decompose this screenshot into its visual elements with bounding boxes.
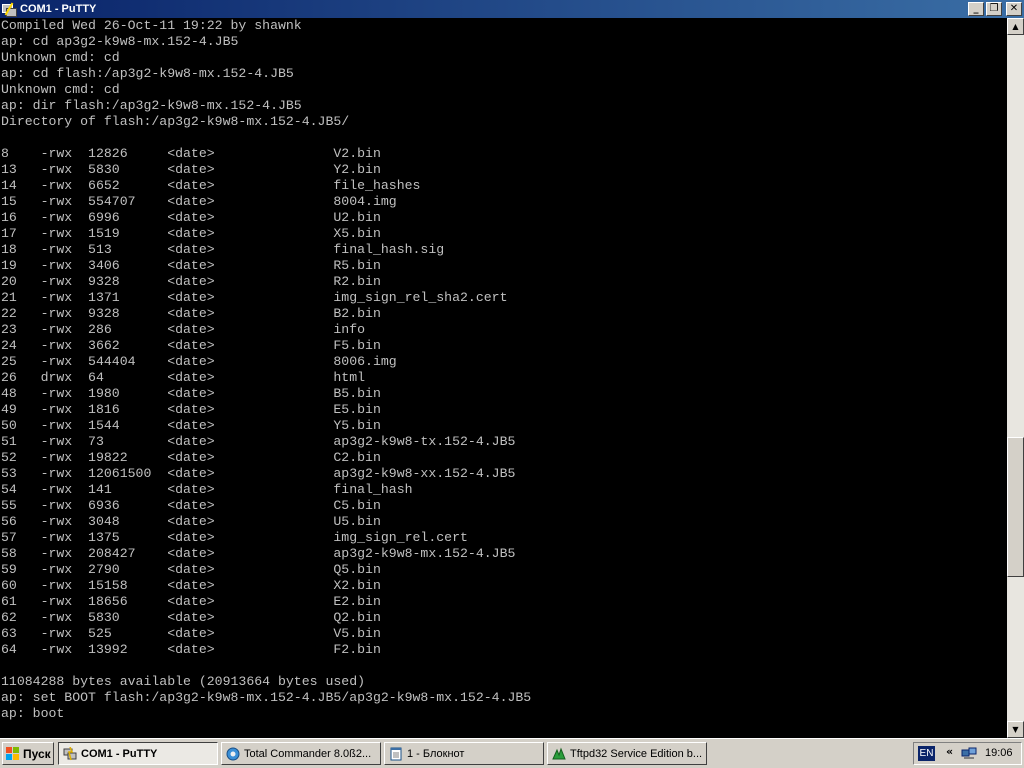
terminal-line: ap: dir flash:/ap3g2-k9w8-mx.152-4.JB5 [1,98,302,113]
terminal-line: 25 -rwx 544404 <date> 8006.img [1,354,397,369]
start-label: Пуск [23,746,51,761]
tftpd32-icon [552,747,566,759]
terminal-line: ap: set BOOT flash:/ap3g2-k9w8-mx.152-4.… [1,690,532,705]
taskbar-item-notepad[interactable]: 1 - Блокнот [384,742,544,765]
terminal-line: 55 -rwx 6936 <date> C5.bin [1,498,381,513]
taskbar-item-total-commander[interactable]: Total Commander 8.0ß2... [221,742,381,765]
terminal-line: 17 -rwx 1519 <date> X5.bin [1,226,381,241]
maximize-button[interactable]: ❐ [986,2,1002,16]
terminal-output: Compiled Wed 26-Oct-11 19:22 by shawnk ap… [0,18,1007,722]
terminal-line: 48 -rwx 1980 <date> B5.bin [1,386,381,401]
terminal-line: Unknown cmd: cd [1,82,120,97]
terminal-line: 63 -rwx 525 <date> V5.bin [1,626,381,641]
notepad-icon [390,747,402,760]
network-icon[interactable] [961,746,977,762]
terminal-line: 50 -rwx 1544 <date> Y5.bin [1,418,381,433]
terminal-line: 23 -rwx 286 <date> info [1,322,366,337]
terminal-line: 56 -rwx 3048 <date> U5.bin [1,514,381,529]
terminal-line: 60 -rwx 15158 <date> X2.bin [1,578,381,593]
terminal-line: 13 -rwx 5830 <date> Y2.bin [1,162,381,177]
taskbar-item-tftpd32[interactable]: Tftpd32 Service Edition b... [547,742,707,765]
taskbar: Пуск COM1 - PuTTY Total Commander 8.0ß2.… [0,738,1024,768]
terminal-line: 19 -rwx 3406 <date> R5.bin [1,258,381,273]
terminal-line: 15 -rwx 554707 <date> 8004.img [1,194,397,209]
start-button[interactable]: Пуск [2,742,54,765]
tray-expand-button[interactable]: « [946,745,953,758]
terminal-line: 51 -rwx 73 <date> ap3g2-k9w8-tx.152-4.JB… [1,434,516,449]
terminal-line: 62 -rwx 5830 <date> Q2.bin [1,610,381,625]
terminal-line: 22 -rwx 9328 <date> B2.bin [1,306,381,321]
terminal-line: 21 -rwx 1371 <date> img_sign_rel_sha2.ce… [1,290,508,305]
terminal-line: 53 -rwx 12061500 <date> ap3g2-k9w8-xx.15… [1,466,516,481]
terminal-line: 20 -rwx 9328 <date> R2.bin [1,274,381,289]
terminal-line: 64 -rwx 13992 <date> F2.bin [1,642,381,657]
window-controls: _ ❐ ✕ [968,2,1022,16]
scroll-down-arrow[interactable]: ▼ [1007,721,1024,738]
terminal-line: 57 -rwx 1375 <date> img_sign_rel.cert [1,530,468,545]
taskbar-item-label: COM1 - PuTTY [81,747,158,760]
terminal-line: Directory of flash:/ap3g2-k9w8-mx.152-4.… [1,114,350,129]
scroll-up-arrow[interactable]: ▲ [1007,18,1024,35]
taskbar-item-putty[interactable]: COM1 - PuTTY [58,742,218,765]
terminal-line: 59 -rwx 2790 <date> Q5.bin [1,562,381,577]
taskbar-item-label: 1 - Блокнот [407,747,465,760]
terminal-line: 49 -rwx 1816 <date> E5.bin [1,402,381,417]
terminal-line: 11084288 bytes available (20913664 bytes… [1,674,366,689]
window-title: COM1 - PuTTY [20,3,97,15]
putty-icon [63,746,77,760]
terminal-line: 24 -rwx 3662 <date> F5.bin [1,338,381,353]
terminal-line: 26 drwx 64 <date> html [1,370,366,385]
windows-flag-icon [6,746,20,761]
terminal-line: 8 -rwx 12826 <date> V2.bin [1,146,381,161]
putty-app-icon[interactable] [2,2,17,17]
terminal-area[interactable]: Compiled Wed 26-Oct-11 19:22 by shawnk ap… [0,18,1007,738]
taskbar-item-label: Total Commander 8.0ß2... [244,747,372,760]
terminal-line: Compiled Wed 26-Oct-11 19:22 by shawnk [1,18,302,33]
terminal-line: 54 -rwx 141 <date> final_hash [1,482,413,497]
terminal-line: 16 -rwx 6996 <date> U2.bin [1,210,381,225]
scrollbar-thumb[interactable] [1007,437,1024,577]
vertical-scrollbar[interactable]: ▲ ▼ [1007,18,1024,738]
terminal-line: 18 -rwx 513 <date> final_hash.sig [1,242,445,257]
total-commander-icon [226,747,240,760]
terminal-line: ap: cd flash:/ap3g2-k9w8-mx.152-4.JB5 [1,66,294,81]
window-titlebar[interactable]: COM1 - PuTTY _ ❐ ✕ [0,0,1024,18]
language-indicator[interactable]: EN [918,746,935,761]
system-tray: EN « 19:06 [913,742,1022,765]
minimize-button[interactable]: _ [968,2,984,16]
terminal-line: 52 -rwx 19822 <date> C2.bin [1,450,381,465]
terminal-line: 14 -rwx 6652 <date> file_hashes [1,178,421,193]
tray-clock[interactable]: 19:06 [985,747,1013,759]
taskbar-item-label: Tftpd32 Service Edition b... [570,747,703,760]
close-button[interactable]: ✕ [1006,2,1022,16]
terminal-line: ap: cd ap3g2-k9w8-mx.152-4.JB5 [1,34,239,49]
terminal-line: 58 -rwx 208427 <date> ap3g2-k9w8-mx.152-… [1,546,516,561]
terminal-line: Unknown cmd: cd [1,50,120,65]
terminal-line: 61 -rwx 18656 <date> E2.bin [1,594,381,609]
terminal-line: ap: boot [1,706,65,721]
